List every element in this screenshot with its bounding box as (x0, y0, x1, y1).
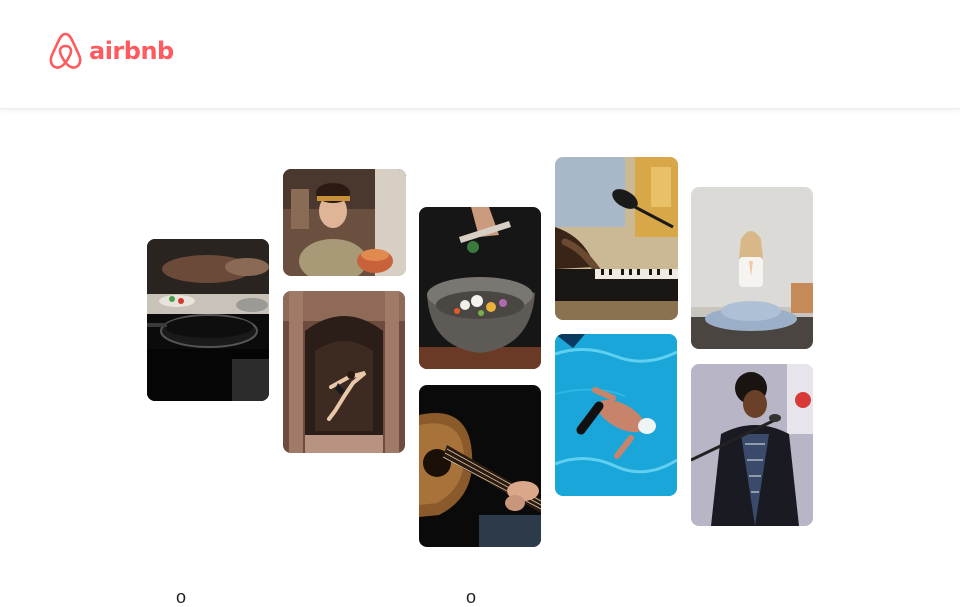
dancer-image-icon (283, 291, 405, 453)
piano-image-icon (555, 157, 678, 320)
bottom-glyph-1: o (176, 587, 187, 607)
airbnb-belo-icon (49, 32, 82, 69)
plated-dish-photo[interactable] (419, 207, 541, 369)
dish-image-icon (419, 207, 541, 369)
guitar-image-icon (419, 385, 541, 547)
airbnb-logo-link[interactable]: airbnb (48, 31, 174, 71)
singer-image-icon (691, 364, 813, 526)
yoga-meditation-photo[interactable] (691, 187, 813, 349)
bottom-glyph-2: o (466, 587, 477, 607)
brand-wordmark: airbnb (89, 37, 174, 65)
singer-microphone-photo[interactable] (691, 364, 813, 526)
chef-image-icon (283, 169, 406, 276)
cooking-class-photo[interactable] (147, 239, 269, 401)
dancer-archway-photo[interactable] (283, 291, 405, 453)
cooking-image-icon (147, 239, 269, 401)
microphone-piano-photo[interactable] (555, 157, 678, 320)
yoga-image-icon (691, 187, 813, 349)
top-header: airbnb (0, 0, 960, 109)
swimmer-pool-photo[interactable] (555, 334, 677, 496)
guitar-player-photo[interactable] (419, 385, 541, 547)
chef-portrait-photo[interactable] (283, 169, 406, 276)
swimmer-image-icon (555, 334, 677, 496)
